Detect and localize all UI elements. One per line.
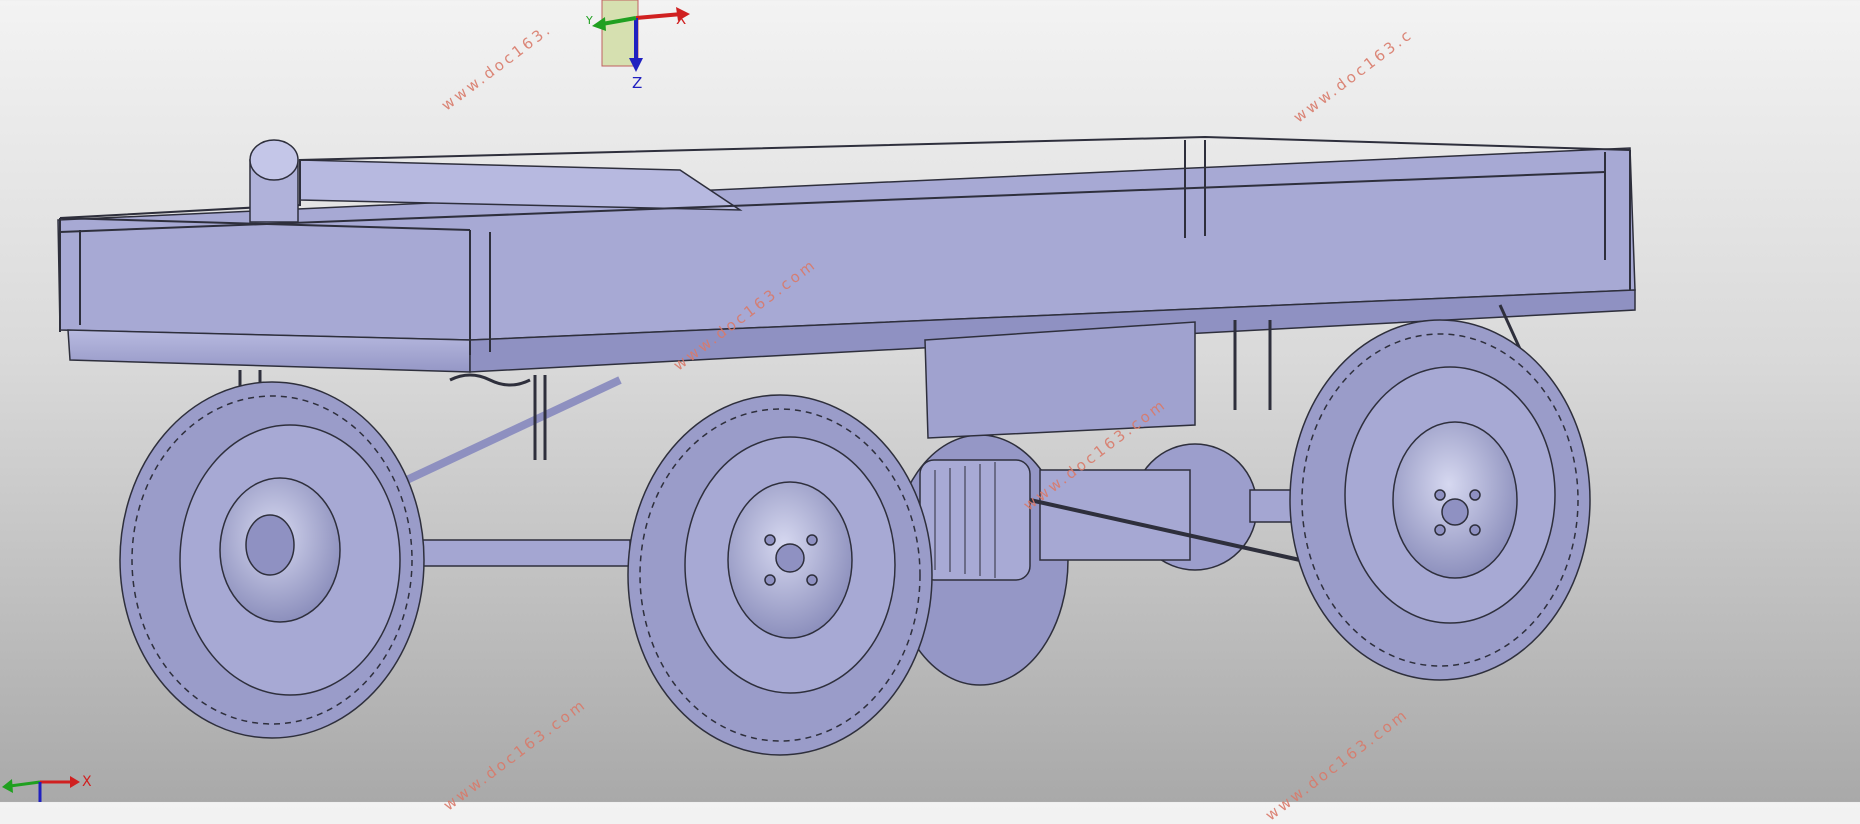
beacon-light <box>249 139 299 223</box>
axis-triad-icon[interactable]: X Y Z <box>572 0 702 95</box>
front-right-wheel <box>627 394 933 756</box>
triad-z-label: Z <box>632 74 643 92</box>
front-left-wheel <box>119 381 425 739</box>
trailer-model <box>57 135 1636 756</box>
cad-3d-viewport[interactable]: X Y Z X www.doc163. www.doc163.c www.doc… <box>0 0 1860 824</box>
triad-x-label: X <box>676 10 687 28</box>
rear-right-wheel <box>1289 319 1591 681</box>
triad-y-label: Y <box>586 14 593 27</box>
corner-x-label: X <box>82 774 92 790</box>
corner-triad-icon: X <box>0 770 100 802</box>
